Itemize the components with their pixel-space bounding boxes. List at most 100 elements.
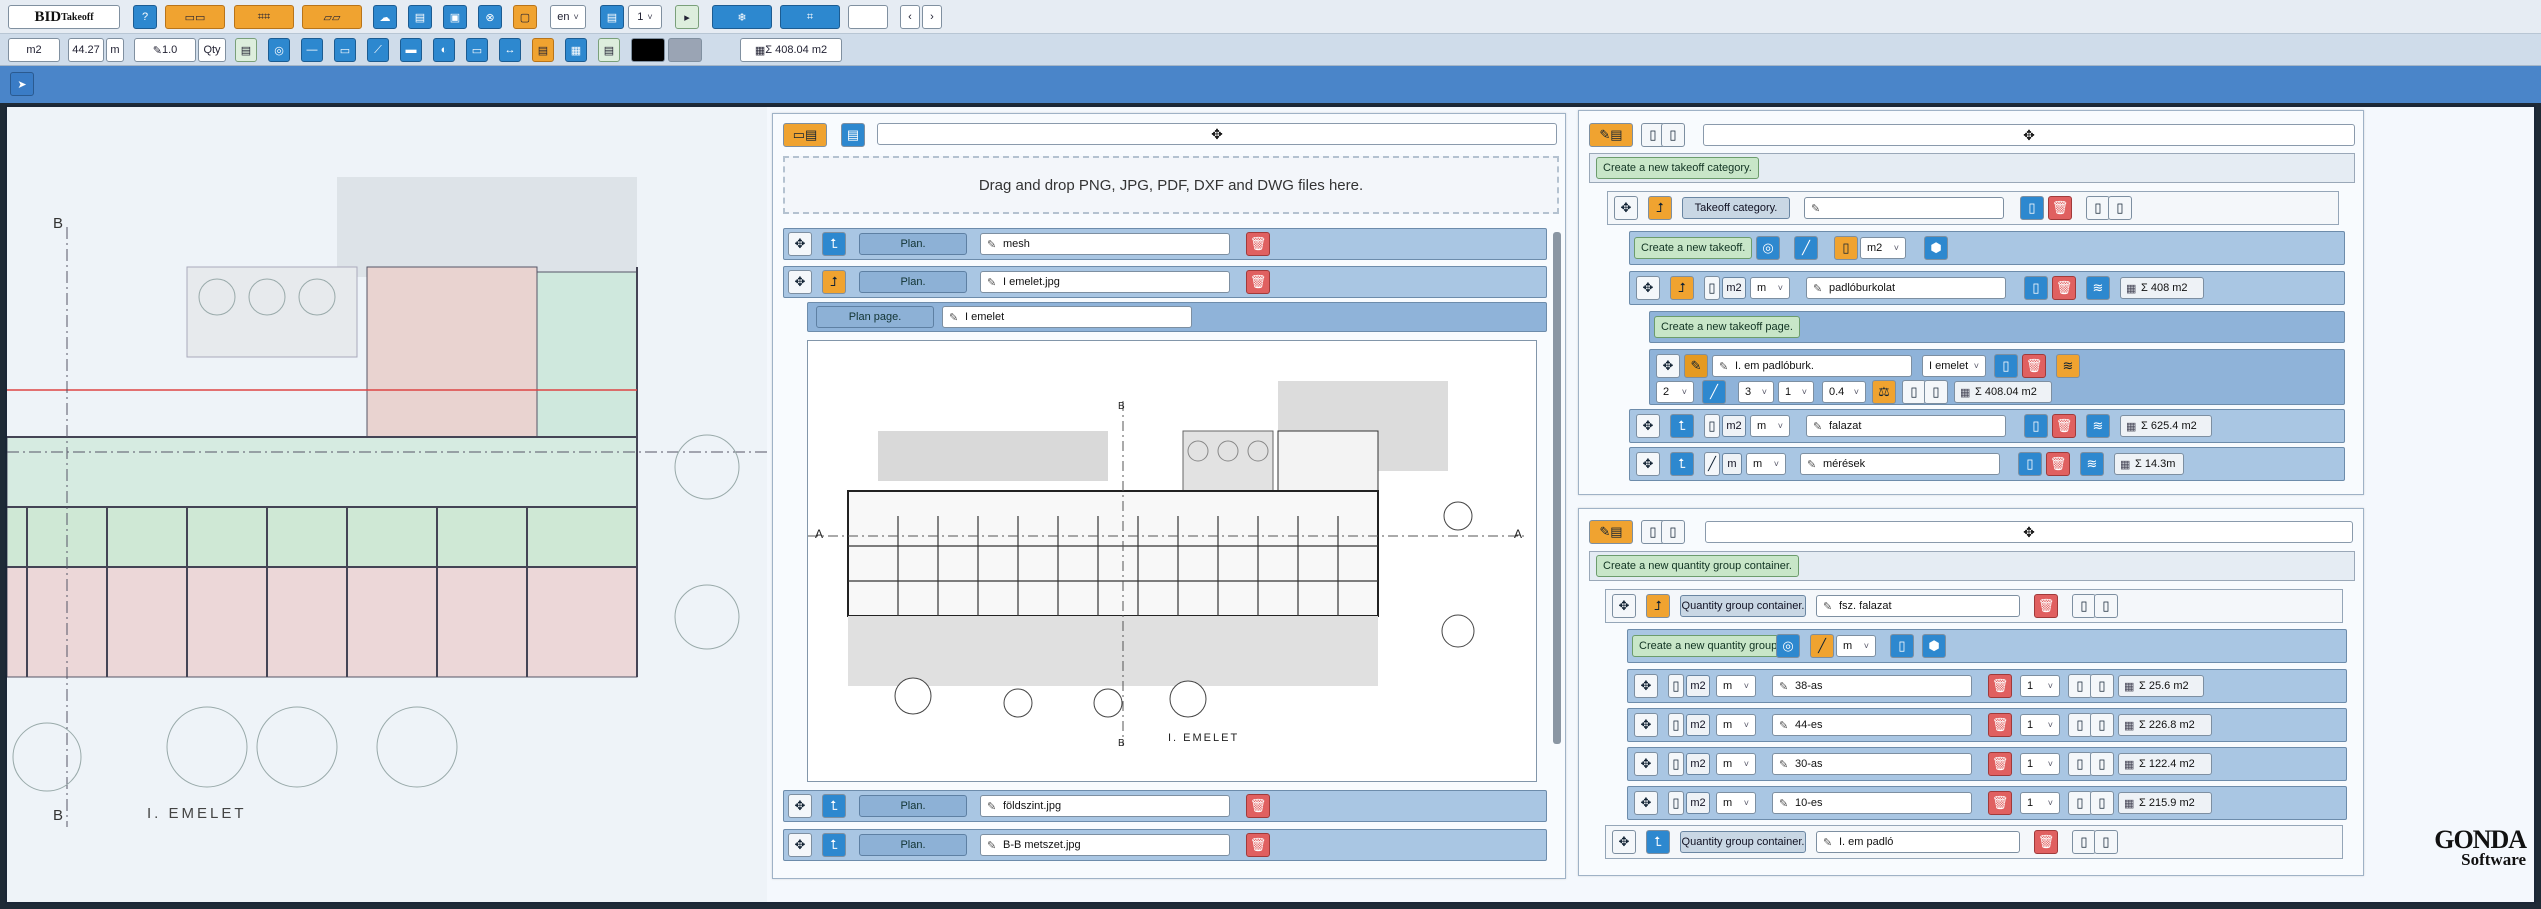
delete-icon[interactable]: 🗑 <box>1246 232 1270 256</box>
chevron-right-icon[interactable]: › <box>922 5 942 29</box>
plans-panel-move-handle[interactable]: ✥ <box>877 123 1557 145</box>
factor-select[interactable]: 1 <box>2020 675 2060 697</box>
takeoff-page-plan-select[interactable]: I emelet <box>1922 355 1986 377</box>
sub-unit-select[interactable]: m <box>1750 277 1790 299</box>
create-takeoff-page-button[interactable]: Create a new takeoff page. <box>1654 316 1800 338</box>
drag-handle-icon[interactable]: ✥ <box>1612 594 1636 618</box>
load-plan-icon[interactable]: ▭▭ <box>165 5 225 29</box>
delete-icon[interactable]: 🗑 <box>2048 196 2072 220</box>
area-unit-button[interactable]: m2 <box>8 38 60 62</box>
unit-select[interactable]: m <box>1836 635 1876 657</box>
delete-icon[interactable]: 🗑 <box>2046 452 2070 476</box>
document-copy-icon[interactable]: ▯ <box>1661 123 1685 147</box>
factor-select[interactable]: 1 <box>2020 714 2060 736</box>
drag-handle-icon[interactable]: ✥ <box>1656 354 1680 378</box>
factor-select[interactable]: 1 <box>2020 792 2060 814</box>
takeoff-menu-icon[interactable]: ✎▤ <box>1589 123 1633 147</box>
drag-handle-icon[interactable]: ✥ <box>1636 276 1660 300</box>
document-copy-icon[interactable]: ▯ <box>1661 520 1685 544</box>
takeoff-name-field[interactable]: falazat <box>1806 415 2006 437</box>
document-icon[interactable]: ▯ <box>2072 830 2096 854</box>
takeoff-category-name-field[interactable] <box>1804 197 2004 219</box>
plan-page-name-field[interactable]: I emelet <box>942 306 1192 328</box>
quantity-group-name-field[interactable]: 38-as <box>1772 675 1972 697</box>
plan-name-field[interactable]: földszint.jpg <box>980 795 1230 817</box>
line-icon[interactable]: ╱ <box>1810 634 1834 658</box>
target-icon[interactable]: ◎ <box>1756 236 1780 260</box>
document-copy-icon[interactable]: ▯ <box>1924 380 1948 404</box>
takeoff-page-name-field[interactable]: I. em padlóburk. <box>1712 355 1912 377</box>
document-copy-icon[interactable]: ▯ <box>2094 830 2118 854</box>
drag-handle-icon[interactable]: ✥ <box>1636 452 1660 476</box>
drag-handle-icon[interactable]: ✥ <box>1636 414 1660 438</box>
takeoff-panel-move-handle[interactable]: ✥ <box>1703 124 2355 146</box>
drag-handle-icon[interactable]: ✥ <box>1634 713 1658 737</box>
pen-icon[interactable]: ✎ <box>1684 354 1708 378</box>
sub-unit-select[interactable]: m <box>1716 753 1756 775</box>
quantity-container-name-field[interactable]: I. em padló <box>1816 831 2020 853</box>
takeoff-name-field[interactable]: mérések <box>1800 453 2000 475</box>
add-plan-image-icon[interactable]: ▭▤ <box>783 123 827 147</box>
quantity-container-name-field[interactable]: fsz. falazat <box>1816 595 2020 617</box>
target-icon[interactable]: ◎ <box>268 38 290 62</box>
document-icon[interactable]: ▯ <box>2068 713 2092 737</box>
chevron-left-icon[interactable]: ‹ <box>900 5 920 29</box>
drag-handle-icon[interactable]: ✥ <box>788 270 812 294</box>
create-takeoff-category-button[interactable]: Create a new takeoff category. <box>1596 157 1759 179</box>
expand-arrow-icon[interactable]: ⮥ <box>1646 594 1670 618</box>
settings-sliders-icon[interactable]: ≋ <box>2086 414 2110 438</box>
decimals-select[interactable]: 2 <box>1656 381 1694 403</box>
document-icon[interactable]: ▯ <box>1902 380 1926 404</box>
help-icon[interactable]: ? <box>133 5 157 29</box>
window-icon[interactable]: ▭ <box>466 38 488 62</box>
collapse-arrow-icon[interactable]: ⮤ <box>822 794 846 818</box>
settings-sliders-icon[interactable]: ≋ <box>2080 452 2104 476</box>
copy-icon[interactable]: ▯ <box>1890 634 1914 658</box>
delete-icon[interactable]: 🗑 <box>1246 833 1270 857</box>
notes-icon[interactable]: ▤ <box>598 38 620 62</box>
multiplier-b-select[interactable]: 1 <box>1778 381 1814 403</box>
file-drop-zone[interactable]: Drag and drop PNG, JPG, PDF, DXF and DWG… <box>783 156 1559 214</box>
length-value-field[interactable]: 44.27 <box>68 38 104 62</box>
send-icon[interactable]: ➤ <box>10 72 34 96</box>
page-icon[interactable]: ▤ <box>600 5 624 29</box>
collapse-arrow-icon[interactable]: ⮤ <box>1646 830 1670 854</box>
collapse-arrow-icon[interactable]: ⮤ <box>1670 414 1694 438</box>
sub-unit-select[interactable]: m <box>1716 792 1756 814</box>
blank-button[interactable] <box>848 5 888 29</box>
language-select[interactable]: en <box>550 5 586 29</box>
sub-unit-select[interactable]: m <box>1716 714 1756 736</box>
snow-settings-icon[interactable]: ❄ <box>712 5 772 29</box>
factor-select[interactable]: 1 <box>2020 753 2060 775</box>
scale-icon[interactable]: ⚖ <box>1872 380 1896 404</box>
open-folder-icon[interactable]: ▤ <box>408 5 432 29</box>
calculator-icon[interactable]: ▦ <box>565 38 587 62</box>
drag-handle-icon[interactable]: ✥ <box>1634 791 1658 815</box>
clipboard-icon[interactable]: ▤ <box>235 38 257 62</box>
document-copy-icon[interactable]: ▯ <box>2090 674 2114 698</box>
plan-folder-icon[interactable]: ▤ <box>841 123 865 147</box>
box-3d-icon[interactable]: ⬢ <box>1924 236 1948 260</box>
line-icon[interactable]: — <box>301 38 323 62</box>
document-copy-icon[interactable]: ▯ <box>2108 196 2132 220</box>
page-number-select[interactable]: 1 <box>628 5 662 29</box>
target-icon[interactable]: ◎ <box>1776 634 1800 658</box>
color-black-swatch[interactable] <box>631 38 665 62</box>
delete-icon[interactable]: 🗑 <box>2052 414 2076 438</box>
drag-handle-icon[interactable]: ✥ <box>788 833 812 857</box>
copy-icon[interactable]: ▯ <box>2018 452 2042 476</box>
drag-handle-icon[interactable]: ✥ <box>788 232 812 256</box>
app-logo-button[interactable]: BID Takeoff <box>8 5 120 29</box>
document-icon[interactable]: ▯ <box>2068 752 2092 776</box>
document-icon[interactable]: ▯ <box>2068 674 2092 698</box>
drag-handle-icon[interactable]: ✥ <box>1634 674 1658 698</box>
document-copy-icon[interactable]: ▯ <box>2090 752 2114 776</box>
create-quantity-container-button[interactable]: Create a new quantity group container. <box>1596 555 1799 577</box>
expand-arrow-icon[interactable]: ⮥ <box>822 270 846 294</box>
expand-arrow-icon[interactable]: ⮥ <box>1670 276 1694 300</box>
quantity-menu-icon[interactable]: ✎▤ <box>1589 520 1633 544</box>
delete-icon[interactable]: 🗑 <box>2034 830 2058 854</box>
settings-sliders-icon[interactable]: ≋ <box>2056 354 2080 378</box>
multiplier-field[interactable]: ✎ 1.0 <box>134 38 196 62</box>
collapse-arrow-icon[interactable]: ⮤ <box>822 232 846 256</box>
